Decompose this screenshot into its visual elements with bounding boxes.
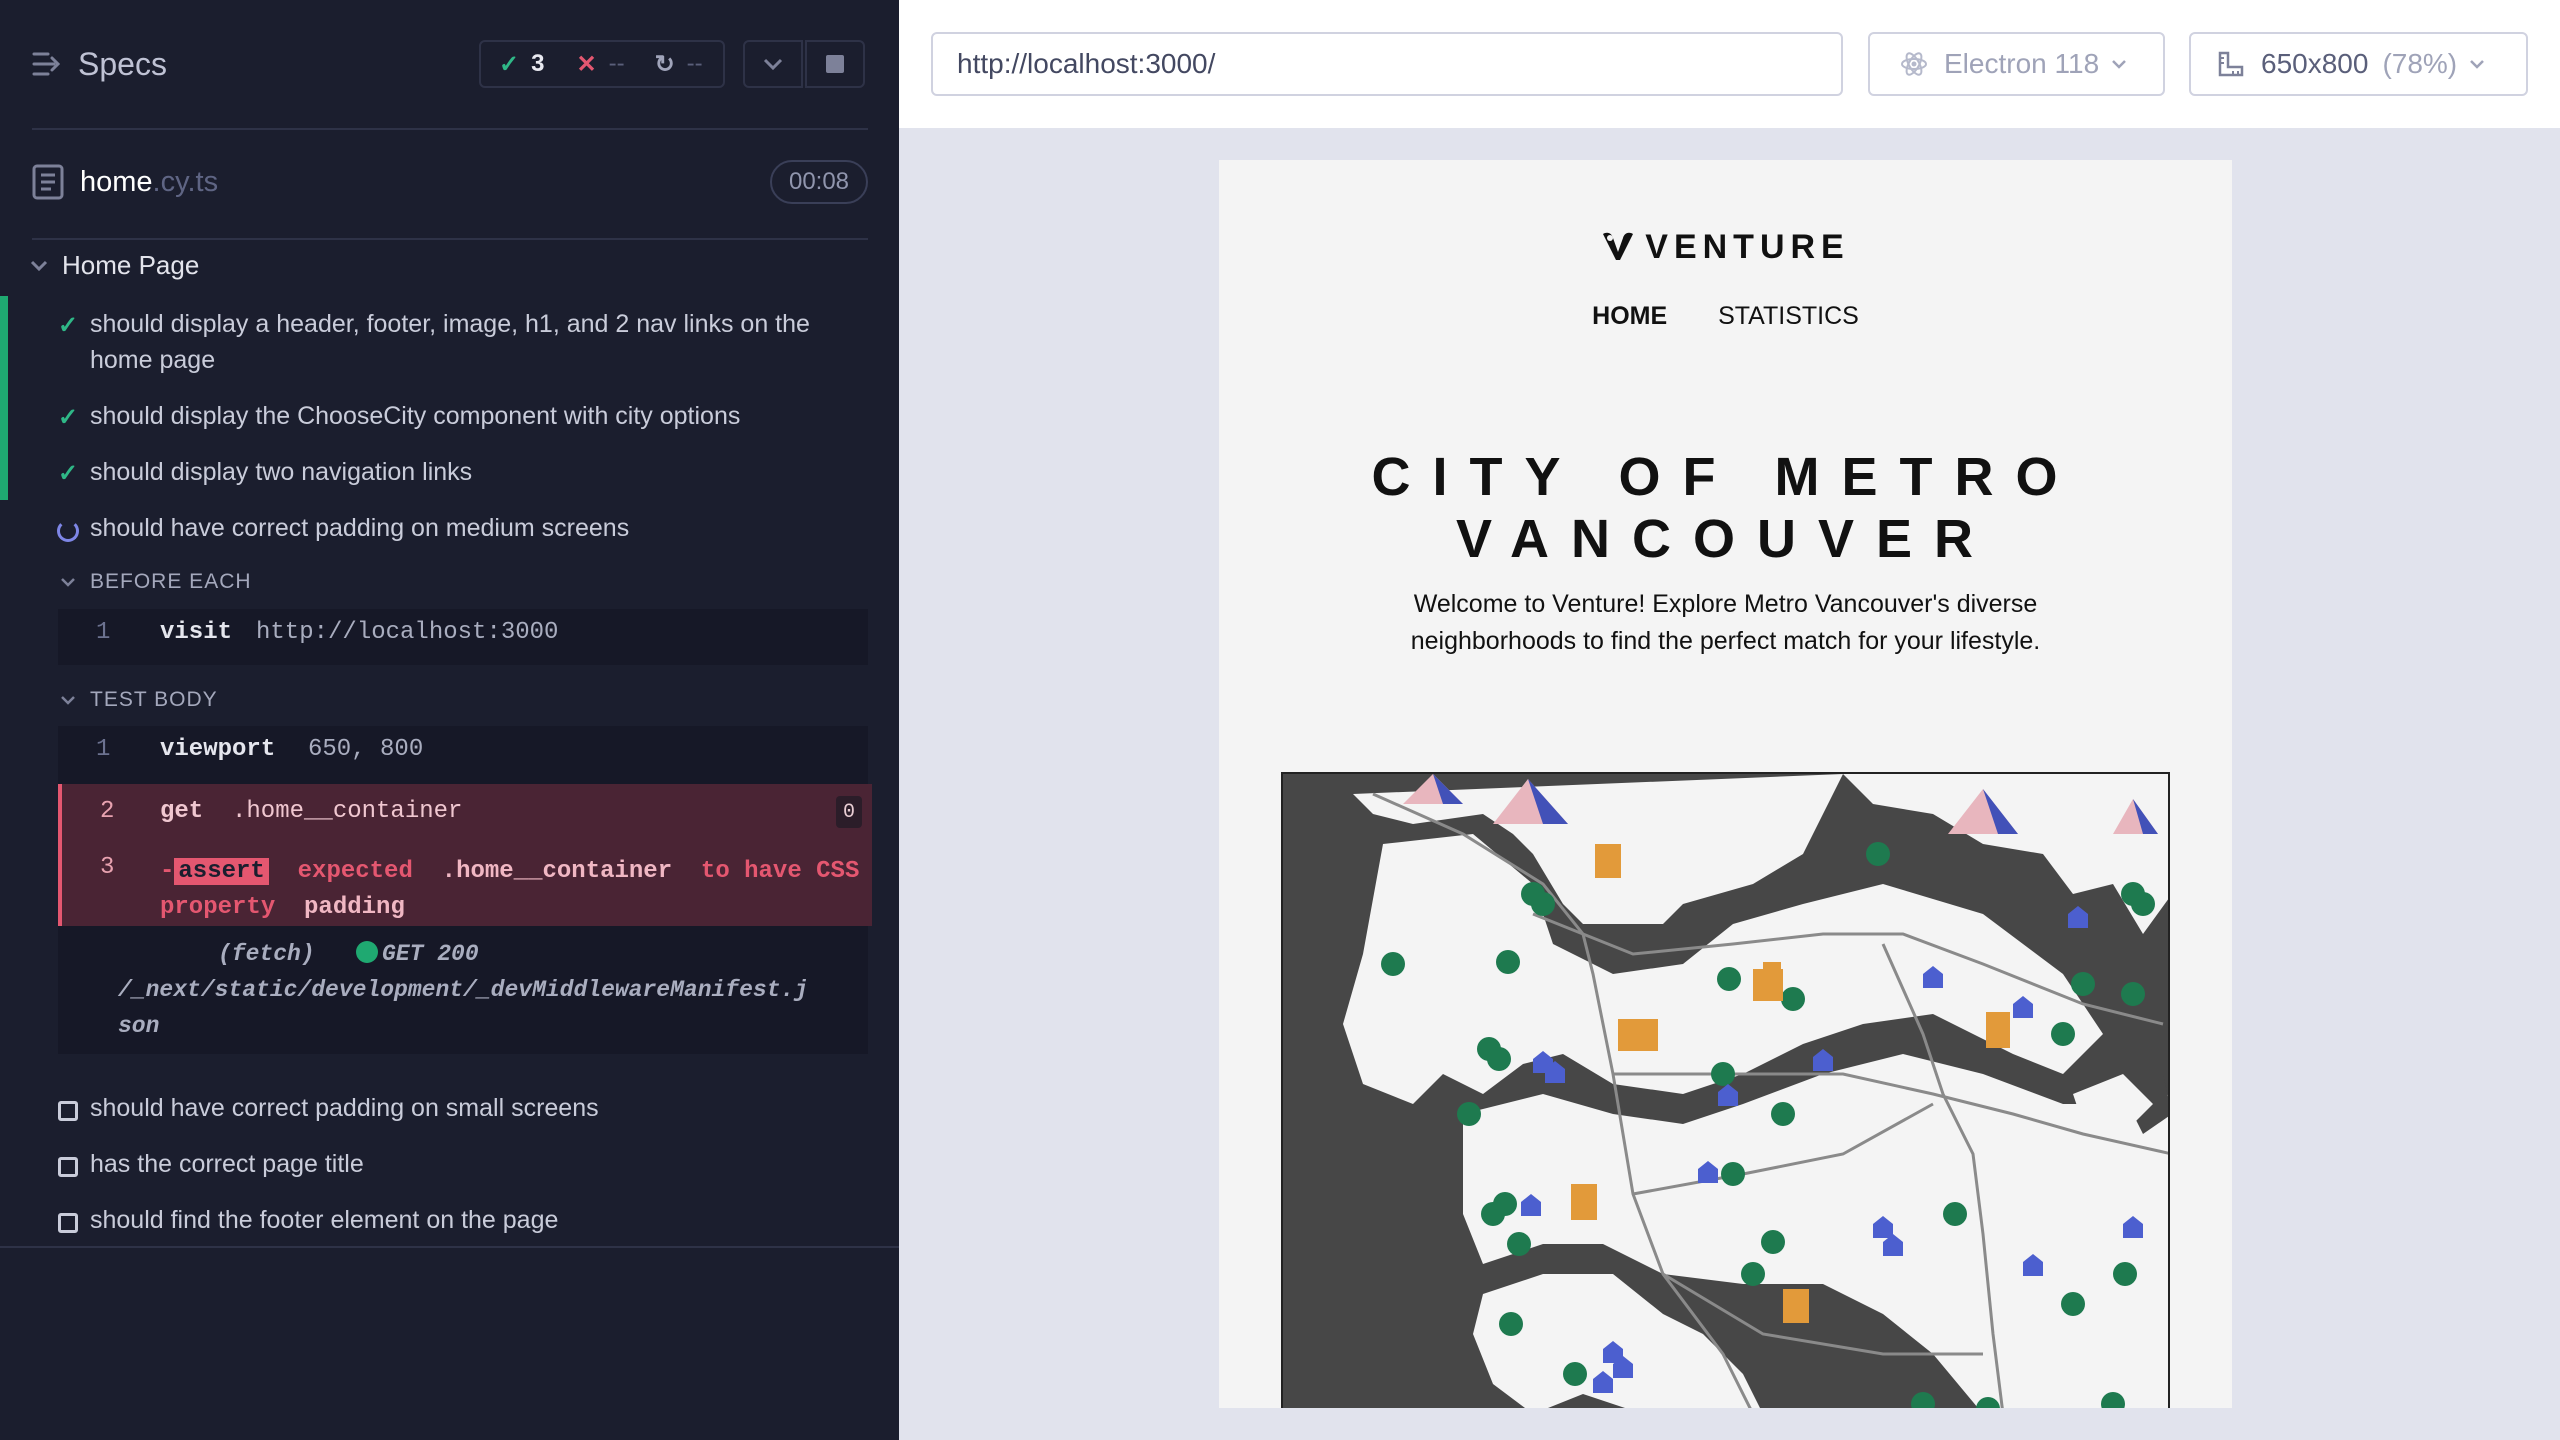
hook-label: BEFORE EACH	[90, 570, 252, 593]
document-icon	[32, 164, 64, 200]
check-icon: ✓	[499, 50, 520, 78]
viewport-scale: (78%)	[2382, 48, 2458, 79]
checkbox-icon	[56, 1148, 80, 1187]
suite-title: Home Page	[62, 250, 200, 280]
test-item-running[interactable]: should have correct padding on medium sc…	[0, 510, 899, 546]
divider	[0, 1246, 899, 1248]
command-visit[interactable]: 1 visit http://localhost:3000	[58, 619, 868, 655]
check-icon: ✓	[57, 312, 79, 339]
divider	[32, 128, 868, 130]
specs-header: Specs ✓ 3 ✕ -- ↻ --	[0, 0, 899, 128]
venture-logo[interactable]: VENTURE	[1219, 228, 2232, 267]
nav-link-statistics[interactable]: STATISTICS	[1718, 302, 1859, 330]
fetch-log[interactable]: (fetch) GET 200 /_next/static/developmen…	[118, 936, 918, 1044]
chevron-down-icon	[30, 260, 48, 271]
test-item[interactable]: ✓ should display the ChooseCity componen…	[0, 398, 899, 434]
circle-notch-icon: ↻	[654, 50, 675, 78]
spec-duration: 00:08	[770, 160, 868, 204]
command-list: 1 viewport 650, 800 2 get .home__contain…	[58, 726, 872, 1054]
chevron-down-icon	[763, 58, 783, 70]
city-map-image	[1281, 772, 2170, 1408]
test-item[interactable]: ✓ should display a header, footer, image…	[0, 306, 899, 378]
assert-message: - assert expected .home__container to hav…	[160, 858, 860, 921]
divider	[32, 238, 868, 240]
map-illustration	[1283, 774, 2168, 1408]
nav-link-home[interactable]: HOME	[1592, 302, 1667, 330]
viewport-size: 650x800	[2261, 48, 2369, 79]
electron-icon	[1901, 52, 1927, 76]
browser-name: Electron 118	[1944, 48, 2100, 79]
test-item-pending[interactable]: should find the footer element on the pa…	[0, 1202, 899, 1238]
test-item-pending[interactable]: has the correct page title	[0, 1146, 899, 1182]
url-bar[interactable]: http://localhost:3000/	[931, 32, 1843, 96]
x-icon: ✕	[576, 50, 597, 78]
stop-button[interactable]	[805, 40, 865, 88]
chevron-down-icon	[61, 696, 75, 705]
test-item[interactable]: ✓ should display two navigation links	[0, 454, 899, 490]
command-list: 1 visit http://localhost:3000	[58, 609, 868, 665]
spec-file-name[interactable]: home.cy.ts	[80, 166, 218, 199]
spinner-icon	[56, 512, 80, 552]
test-title: should have correct padding on small scr…	[90, 1094, 599, 1122]
aut-header: http://localhost:3000/ Electron 118 650x…	[899, 0, 2560, 128]
collapse-all-button[interactable]	[743, 40, 803, 88]
ruler-icon	[2218, 51, 2244, 77]
stop-icon	[826, 55, 844, 73]
test-item-pending[interactable]: should have correct padding on small scr…	[0, 1090, 899, 1126]
specs-list-icon[interactable]	[32, 50, 62, 78]
specs-label[interactable]: Specs	[78, 46, 167, 83]
browser-selector[interactable]: Electron 118	[1868, 32, 2165, 96]
element-count-badge: 0	[836, 796, 862, 828]
command-viewport[interactable]: 1 viewport 650, 800	[58, 736, 868, 772]
viewport-selector[interactable]: 650x800 (78%)	[2189, 32, 2528, 96]
hook-test-body[interactable]: TEST BODY	[60, 688, 218, 712]
runner-panel: Specs ✓ 3 ✕ -- ↻ -- home.cy.ts 00:08 Hom…	[0, 0, 899, 1440]
test-title: has the correct page title	[90, 1150, 364, 1178]
command-get-failed[interactable]: 2 get .home__container 0 3 - assert expec…	[58, 784, 872, 926]
suite-home-page[interactable]: Home Page	[30, 250, 199, 281]
chevron-down-icon	[2470, 60, 2485, 69]
hook-before-each[interactable]: BEFORE EACH	[60, 570, 252, 594]
chevron-down-icon	[2112, 60, 2127, 69]
passed-count: ✓ 3	[499, 50, 545, 78]
chevron-down-icon	[61, 578, 75, 587]
venture-logo-icon	[1603, 232, 1634, 260]
test-title: should have correct padding on medium sc…	[90, 514, 630, 542]
checkbox-icon	[56, 1204, 80, 1243]
test-stats: ✓ 3 ✕ -- ↻ --	[479, 40, 725, 88]
failed-count: ✕ --	[576, 50, 625, 78]
page-heading: CITY OF METRO VANCOUVER	[1371, 447, 2080, 569]
pending-count: ↻ --	[654, 50, 703, 78]
test-title: should display a header, footer, image, …	[90, 310, 810, 374]
app-preview: VENTURE HOME STATISTICS CITY OF METRO VA…	[1219, 160, 2232, 1408]
checkbox-icon	[56, 1092, 80, 1131]
test-title: should display the ChooseCity component …	[90, 402, 741, 430]
main-nav: HOME STATISTICS	[1219, 302, 2232, 331]
test-title: should display two navigation links	[90, 458, 473, 486]
test-title: should find the footer element on the pa…	[90, 1206, 559, 1234]
intro-text: Welcome to Venture! Explore Metro Vancou…	[1410, 590, 2041, 655]
hook-label: TEST BODY	[90, 688, 218, 711]
status-dot-icon	[356, 941, 379, 963]
check-icon: ✓	[57, 460, 79, 487]
check-icon: ✓	[57, 404, 79, 431]
